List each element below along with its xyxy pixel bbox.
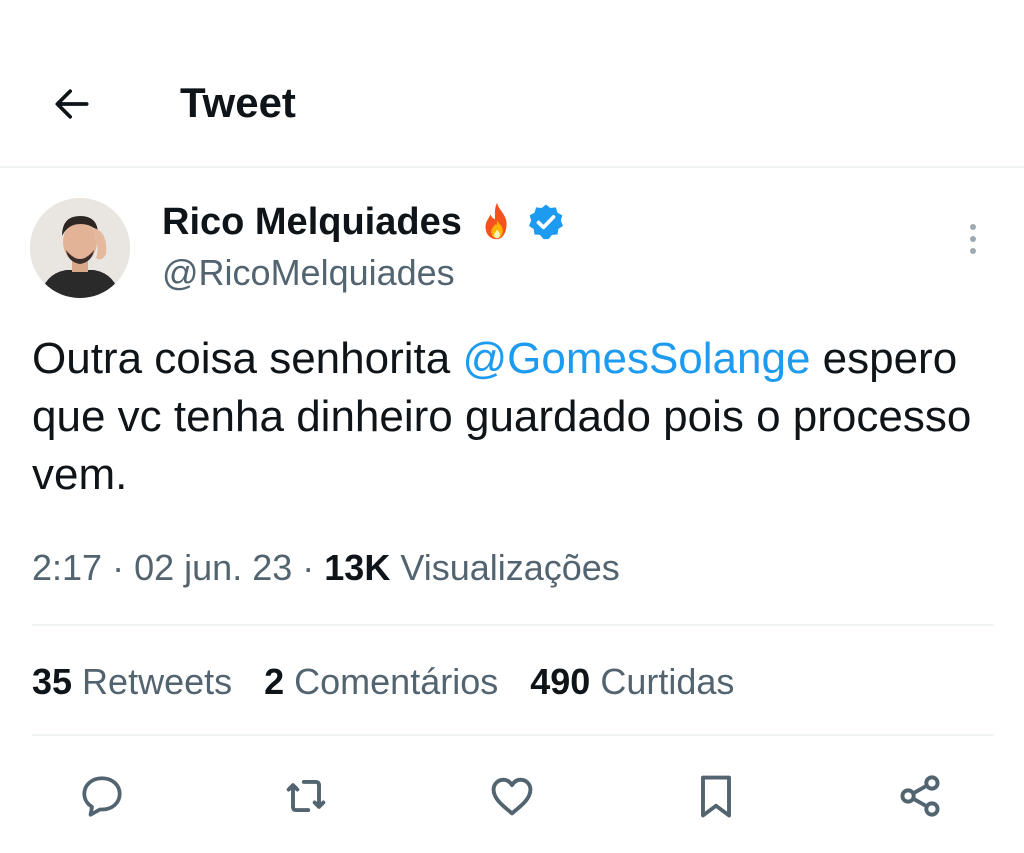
page-title: Tweet [180,79,296,126]
tweet-text-before: Outra coisa senhorita [32,334,463,383]
more-vertical-icon-dot [970,224,976,230]
more-options-button[interactable] [958,214,988,264]
retweet-icon [286,779,326,813]
status-bar [0,0,1024,12]
comments-count: 2 [264,661,285,702]
like-button[interactable] [482,766,542,826]
comments-label: Comentários [294,661,499,702]
arrow-left-icon [55,89,89,119]
heart-icon [491,777,533,816]
tweet-date[interactable]: 02 jun. 23 [134,547,292,588]
retweets-count: 35 [32,661,73,702]
top-app-bar: Tweet [0,60,1024,168]
likes-label: Curtidas [600,661,735,702]
share-button[interactable] [890,766,950,826]
verified-badge-icon[interactable] [526,202,566,242]
more-vertical-icon-dot [970,236,976,242]
mention-link[interactable]: @GomesSolange [462,334,810,383]
author-handle[interactable]: @RicoMelquiades [162,250,455,296]
likes-stat[interactable]: 490 Curtidas [530,658,734,706]
retweets-label: Retweets [82,661,233,702]
avatar-image [30,198,130,298]
views-label[interactable]: Visualizações [400,547,619,588]
comment-icon [82,776,122,817]
retweets-stat[interactable]: 35 Retweets [32,658,232,706]
tweet-actions-bar [0,766,1024,826]
share-icon [900,775,940,817]
tweet-text: Outra coisa senhorita @GomesSolange espe… [32,330,992,504]
reply-button[interactable] [72,766,132,826]
tweet-meta: 2:17 · 02 jun. 23 · 13K Visualizações [32,544,620,592]
divider [32,734,994,736]
meta-separator: · [302,547,315,588]
views-count[interactable]: 13K [324,547,390,588]
back-button[interactable] [44,76,100,132]
author-name[interactable]: Rico Melquiades [162,198,566,246]
author-avatar[interactable] [30,198,130,298]
more-vertical-icon-dot [970,248,976,254]
bookmark-button[interactable] [686,766,746,826]
tweet-time[interactable]: 2:17 [32,547,102,588]
likes-count: 490 [530,661,591,702]
fire-emoji-icon [485,202,507,240]
author-name-text: Rico Melquiades [162,201,462,243]
retweet-button[interactable] [276,766,336,826]
divider [32,624,994,626]
comments-stat[interactable]: 2 Comentários [264,658,498,706]
meta-separator: · [112,547,125,588]
tweet-stats: 35 Retweets 2 Comentários 490 Curtidas [32,658,766,706]
bookmark-icon [701,775,731,818]
